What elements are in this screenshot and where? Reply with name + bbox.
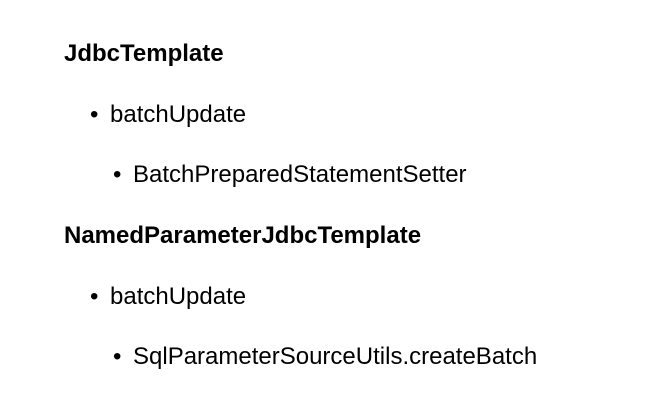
slide: JdbcTemplate • batchUpdate • BatchPrepared… bbox=[0, 0, 667, 406]
bullet-icon: • bbox=[113, 161, 122, 188]
list-item-label: batchUpdate bbox=[110, 283, 247, 310]
bullet-icon: • bbox=[90, 283, 99, 310]
bullet-icon: • bbox=[113, 343, 122, 370]
list-item-batch-update-2: • batchUpdate bbox=[90, 282, 246, 312]
bullet-icon: • bbox=[90, 101, 99, 128]
list-item-label: SqlParameterSourceUtils.createBatch bbox=[133, 343, 538, 370]
list-item-label: BatchPreparedStatementSetter bbox=[133, 161, 467, 188]
list-item-batch-setter: • BatchPreparedStatementSetter bbox=[113, 160, 467, 190]
list-item-label: batchUpdate bbox=[110, 101, 247, 128]
list-item-batch-update-1: • batchUpdate bbox=[90, 100, 246, 130]
section-heading-jdbc-template: JdbcTemplate bbox=[64, 40, 224, 67]
list-item-create-batch: • SqlParameterSourceUtils.createBatch bbox=[113, 342, 537, 372]
section-heading-named-parameter-jdbc-template: NamedParameterJdbcTemplate bbox=[64, 222, 422, 249]
